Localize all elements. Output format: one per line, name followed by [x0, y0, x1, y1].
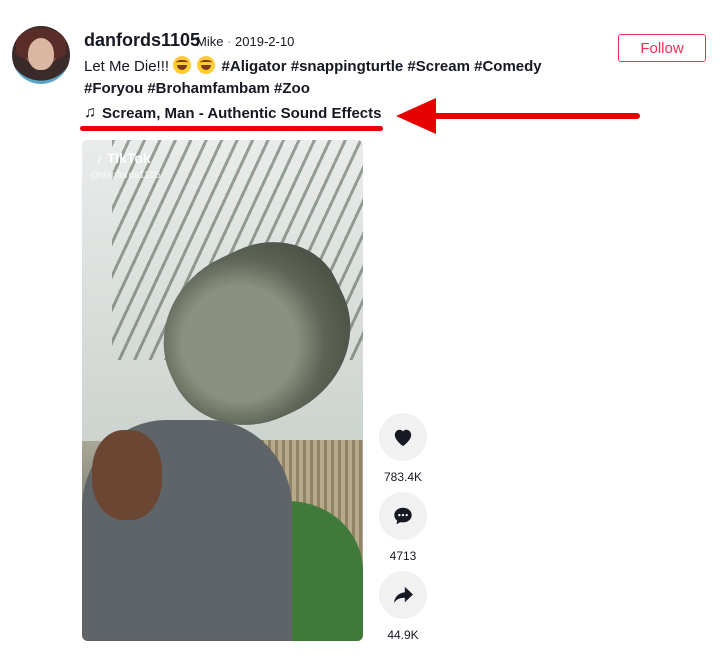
like-button[interactable] — [379, 413, 427, 461]
heart-icon — [394, 429, 412, 447]
comment-button[interactable] — [379, 492, 427, 540]
music-link[interactable]: ♫ Scream, Man - Authentic Sound Effects — [84, 104, 382, 122]
share-arrow-icon — [393, 586, 413, 604]
person-head — [92, 430, 162, 520]
share-count: 44.9K — [387, 628, 419, 642]
music-note-icon: ♫ — [84, 104, 96, 121]
avatar-face — [28, 38, 54, 70]
watermark-handle: @danfords1105 — [90, 170, 161, 181]
hashtags-line-1[interactable]: #Aligator #snappingturtle #Scream #Comed… — [222, 58, 542, 75]
comment-icon — [394, 507, 412, 525]
tiktok-watermark: ♪ TikTok — [96, 150, 151, 166]
author-meta: Mike · 2019-2-10 — [196, 34, 294, 49]
follow-button[interactable]: Follow — [618, 34, 706, 62]
annotation-underline — [80, 126, 383, 131]
username-link[interactable]: danfords1105 — [84, 30, 200, 51]
comment-count: 4713 — [389, 549, 417, 563]
video-player[interactable]: ♪ TikTok @danfords1105 — [82, 140, 363, 641]
hashtags-line-2[interactable]: #Foryou #Brohamfambam #Zoo — [84, 80, 310, 97]
share-button[interactable] — [379, 571, 427, 619]
like-count: 783.4K — [383, 470, 423, 484]
avatar[interactable] — [12, 26, 70, 84]
tiktok-logo-icon: ♪ — [96, 150, 103, 166]
author-name: Mike — [196, 34, 224, 49]
post-caption: Let Me Die!!! #Aligator #snappingturtle … — [84, 56, 574, 100]
post-date: 2019-2-10 — [235, 34, 295, 49]
like-action: 783.4K — [378, 413, 428, 484]
comment-action: 4713 — [378, 492, 428, 563]
music-title: Scream, Man - Authentic Sound Effects — [102, 104, 382, 122]
grinning-emoji-icon — [197, 56, 216, 74]
grinning-emoji-icon — [173, 56, 192, 74]
caption-text: Let Me Die!!! — [84, 58, 174, 75]
watermark-text: TikTok — [106, 150, 151, 166]
annotation-arrow-shaft — [430, 113, 640, 119]
meta-separator: · — [227, 34, 232, 49]
share-action: 44.9K — [378, 571, 428, 642]
